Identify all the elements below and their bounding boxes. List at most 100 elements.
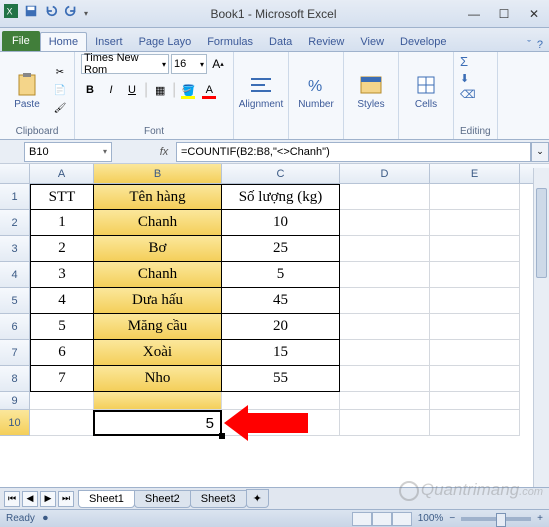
cell-D4[interactable] bbox=[340, 262, 430, 288]
col-header-D[interactable]: D bbox=[340, 164, 430, 183]
cell-A10[interactable] bbox=[30, 410, 94, 436]
zoom-slider[interactable] bbox=[461, 517, 531, 521]
cell-A6[interactable]: 5 bbox=[30, 314, 94, 340]
cut-icon[interactable]: ✂ bbox=[52, 64, 68, 80]
cell-A4[interactable]: 3 bbox=[30, 262, 94, 288]
cell-B7[interactable]: Xoài bbox=[94, 340, 222, 366]
row-header-5[interactable]: 5 bbox=[0, 288, 30, 314]
tab-data[interactable]: Data bbox=[261, 33, 300, 51]
zoom-in-icon[interactable]: + bbox=[537, 513, 543, 524]
cell-B9[interactable] bbox=[94, 392, 222, 410]
tab-review[interactable]: Review bbox=[300, 33, 352, 51]
minimize-button[interactable]: — bbox=[459, 3, 489, 25]
tab-view[interactable]: View bbox=[352, 33, 392, 51]
styles-button[interactable]: Styles bbox=[350, 71, 392, 110]
cell-B4[interactable]: Chanh bbox=[94, 262, 222, 288]
cells-button[interactable]: Cells bbox=[405, 71, 447, 110]
cell-C5[interactable]: 45 bbox=[222, 288, 340, 314]
cell-B5[interactable]: Dưa hấu bbox=[94, 288, 222, 314]
paste-button[interactable]: Paste bbox=[6, 71, 48, 110]
autosum-icon[interactable]: Σ bbox=[460, 54, 468, 69]
fill-color-icon[interactable]: 🪣 bbox=[179, 81, 197, 99]
cell-A7[interactable]: 6 bbox=[30, 340, 94, 366]
row-header-6[interactable]: 6 bbox=[0, 314, 30, 340]
copy-icon[interactable]: 📄 bbox=[52, 82, 68, 98]
cell-E7[interactable] bbox=[430, 340, 520, 366]
tab-insert[interactable]: Insert bbox=[87, 33, 131, 51]
cell-C2[interactable]: 10 bbox=[222, 210, 340, 236]
cell-D1[interactable] bbox=[340, 184, 430, 210]
cell-C7[interactable]: 15 bbox=[222, 340, 340, 366]
cell-A9[interactable] bbox=[30, 392, 94, 410]
cell-B6[interactable]: Măng cầu bbox=[94, 314, 222, 340]
sheet-tab-2[interactable]: Sheet2 bbox=[134, 490, 191, 508]
cell-D8[interactable] bbox=[340, 366, 430, 392]
sheet-tab-3[interactable]: Sheet3 bbox=[190, 490, 247, 508]
active-cell[interactable]: 5 bbox=[93, 410, 222, 436]
cell-D3[interactable] bbox=[340, 236, 430, 262]
macro-record-icon[interactable]: ⏺ bbox=[43, 513, 48, 524]
new-sheet-icon[interactable]: ✦ bbox=[246, 489, 269, 508]
tab-developer[interactable]: Develope bbox=[392, 33, 454, 51]
fx-icon[interactable]: fx bbox=[152, 146, 176, 158]
expand-formula-bar-icon[interactable]: ⌄ bbox=[531, 142, 549, 162]
normal-view-icon[interactable] bbox=[352, 512, 372, 526]
clear-icon[interactable]: ⌫ bbox=[460, 88, 476, 101]
vertical-scrollbar[interactable] bbox=[533, 168, 549, 487]
fill-icon[interactable]: ⬇ bbox=[460, 72, 469, 85]
cell-E4[interactable] bbox=[430, 262, 520, 288]
underline-button[interactable]: U bbox=[123, 81, 141, 99]
cell-C8[interactable]: 55 bbox=[222, 366, 340, 392]
cell-A1[interactable]: STT bbox=[30, 184, 94, 210]
tab-formulas[interactable]: Formulas bbox=[199, 33, 261, 51]
cell-E8[interactable] bbox=[430, 366, 520, 392]
name-box[interactable]: B10▾ bbox=[24, 142, 112, 162]
cell-A8[interactable]: 7 bbox=[30, 366, 94, 392]
sheet-nav-last-icon[interactable]: ⏭ bbox=[58, 491, 74, 507]
row-header-10[interactable]: 10 bbox=[0, 410, 30, 436]
sheet-nav-next-icon[interactable]: ▶ bbox=[40, 491, 56, 507]
cell-E2[interactable] bbox=[430, 210, 520, 236]
sheet-nav-first-icon[interactable]: ⏮ bbox=[4, 491, 20, 507]
page-break-view-icon[interactable] bbox=[392, 512, 412, 526]
zoom-out-icon[interactable]: − bbox=[449, 513, 455, 524]
col-header-B[interactable]: B bbox=[94, 164, 222, 183]
tab-home[interactable]: Home bbox=[40, 32, 87, 51]
cell-A5[interactable]: 4 bbox=[30, 288, 94, 314]
cell-E5[interactable] bbox=[430, 288, 520, 314]
cell-E10[interactable] bbox=[430, 410, 520, 436]
zoom-level[interactable]: 100% bbox=[418, 513, 444, 524]
cell-E9[interactable] bbox=[430, 392, 520, 410]
help-icon[interactable]: ? bbox=[537, 39, 543, 51]
cell-C4[interactable]: 5 bbox=[222, 262, 340, 288]
close-button[interactable]: ✕ bbox=[519, 3, 549, 25]
format-painter-icon[interactable]: 🖌 bbox=[52, 100, 68, 116]
sheet-tab-1[interactable]: Sheet1 bbox=[78, 490, 135, 508]
cell-D2[interactable] bbox=[340, 210, 430, 236]
cell-D10[interactable] bbox=[340, 410, 430, 436]
select-all-corner[interactable] bbox=[0, 164, 30, 183]
border-icon[interactable]: ▦ bbox=[151, 81, 169, 99]
row-header-1[interactable]: 1 bbox=[0, 184, 30, 210]
grow-font-icon[interactable]: A▴ bbox=[209, 55, 227, 73]
undo-icon[interactable] bbox=[44, 4, 58, 23]
tab-file[interactable]: File bbox=[2, 31, 40, 51]
col-header-E[interactable]: E bbox=[430, 164, 520, 183]
save-icon[interactable] bbox=[24, 4, 38, 23]
cell-E1[interactable] bbox=[430, 184, 520, 210]
cell-B8[interactable]: Nho bbox=[94, 366, 222, 392]
minimize-ribbon-icon[interactable]: ˇ bbox=[527, 39, 531, 51]
cell-A2[interactable]: 1 bbox=[30, 210, 94, 236]
row-header-8[interactable]: 8 bbox=[0, 366, 30, 392]
cell-C3[interactable]: 25 bbox=[222, 236, 340, 262]
col-header-C[interactable]: C bbox=[222, 164, 340, 183]
redo-icon[interactable] bbox=[64, 4, 78, 23]
cell-B2[interactable]: Chanh bbox=[94, 210, 222, 236]
cell-D6[interactable] bbox=[340, 314, 430, 340]
row-header-3[interactable]: 3 bbox=[0, 236, 30, 262]
cell-B3[interactable]: Bơ bbox=[94, 236, 222, 262]
font-name-select[interactable]: Times New Rom▾ bbox=[81, 54, 169, 74]
cell-D9[interactable] bbox=[340, 392, 430, 410]
formula-bar[interactable]: =COUNTIF(B2:B8,"<>Chanh") bbox=[176, 142, 531, 162]
font-size-select[interactable]: 16▾ bbox=[171, 54, 207, 74]
